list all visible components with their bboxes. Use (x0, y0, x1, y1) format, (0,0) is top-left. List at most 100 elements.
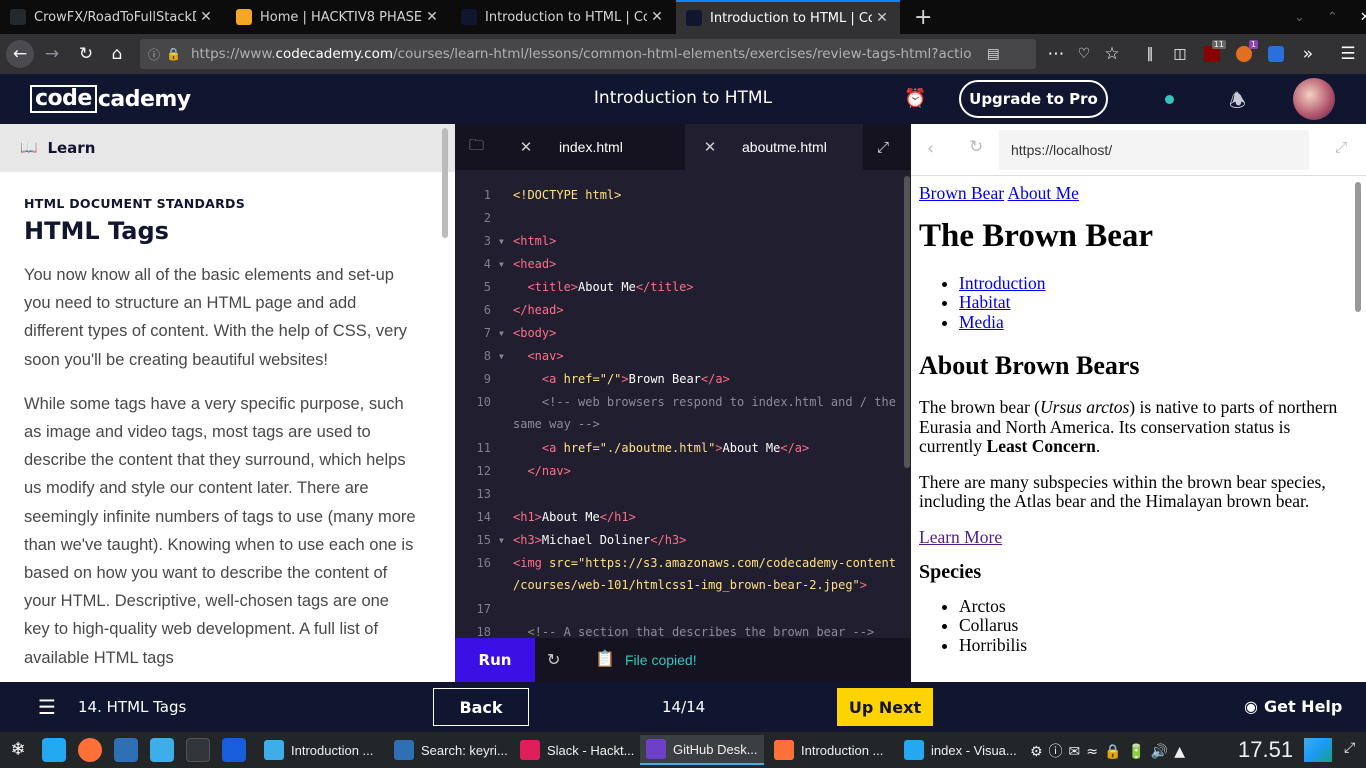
code-line[interactable]: 12 </nav> (455, 460, 911, 483)
pin-icon[interactable]: ⤢ (1344, 740, 1355, 756)
code-line[interactable]: 4 ▼ <head> (455, 253, 911, 276)
notification-bell-icon[interactable]: 🕭 (1229, 87, 1246, 119)
code-line[interactable]: 9 <a href="/">Brown Bear</a> (455, 368, 911, 391)
browser-tab[interactable]: Introduction to HTML | Co ✕ (676, 0, 900, 34)
expand-icon[interactable]: ⤢ (877, 124, 889, 170)
extension-icon[interactable] (1262, 40, 1290, 68)
overflow-menu-icon[interactable]: » (1294, 40, 1322, 68)
tray-icons[interactable]: ⚙ⓘ✉≈🔒🔋🔊▲ (1030, 741, 1191, 761)
store-icon[interactable] (114, 738, 138, 762)
taskbar-app[interactable]: index - Visua... (898, 735, 1024, 765)
up-next-button[interactable]: Up Next (837, 688, 933, 726)
window-controls[interactable]: ⌄⌃✕ (1284, 0, 1366, 34)
info-icon[interactable]: ⓘ (148, 46, 160, 63)
firefox-icon[interactable] (78, 738, 102, 762)
code-line[interactable]: 14 <h1>About Me</h1> (455, 506, 911, 529)
code-line[interactable]: 11 <a href="./aboutme.html">About Me</a> (455, 437, 911, 460)
learn-scrollbar[interactable] (442, 128, 448, 238)
upgrade-to-pro-button[interactable]: Upgrade to Pro (959, 80, 1108, 118)
page-actions-icon[interactable]: ⋯ (1042, 40, 1070, 68)
preview-url[interactable]: https://localhost/ (999, 130, 1309, 170)
code-line[interactable]: 15 ▼ <h3>Michael Doliner</h3> (455, 529, 911, 552)
toc-link[interactable]: Introduction (959, 273, 1046, 293)
code-line[interactable]: 3 ▼ <html> (455, 230, 911, 253)
close-tab-icon[interactable]: ✕ (647, 9, 667, 25)
clock[interactable]: 17.51 (1238, 737, 1293, 763)
forward-icon[interactable]: → (38, 40, 66, 68)
close-icon[interactable]: ✕ (503, 138, 549, 156)
browser-tab[interactable]: Home | HACKTIV8 PHASE 0 ✕ (226, 0, 450, 34)
code-line[interactable]: 10 <!-- web browsers respond to index.ht… (455, 391, 911, 414)
back-icon[interactable]: ← (6, 40, 34, 68)
code-line[interactable]: 1 <!DOCTYPE html> (455, 184, 911, 207)
url-bar[interactable]: ⓘ 🔒 https://www.codecademy.com/courses/l… (140, 39, 1036, 69)
taskbar-app[interactable]: Search: keyri... (388, 735, 510, 765)
home-icon[interactable]: ⌂ (103, 40, 131, 68)
code-line[interactable]: 16 <img src="https://s3.amazonaws.com/cod… (455, 552, 911, 575)
fold-arrow-icon[interactable]: ▼ (499, 345, 504, 368)
library-icon[interactable]: ‖ (1136, 40, 1164, 68)
code-line[interactable]: same way --> (455, 413, 911, 436)
minimize-icon[interactable]: ⌄ (1294, 10, 1327, 25)
close-tab-icon[interactable]: ✕ (872, 10, 892, 26)
editor-scrollbar[interactable] (904, 176, 910, 468)
fold-arrow-icon[interactable]: ▼ (499, 253, 504, 276)
run-button[interactable]: Run (455, 638, 535, 682)
codecademy-logo[interactable]: code cademy (30, 85, 191, 113)
code-line[interactable]: 17 (455, 598, 911, 621)
show-desktop-icon[interactable] (1304, 738, 1332, 762)
get-help-button[interactable]: ◉ Get Help (1244, 697, 1342, 716)
code-area[interactable]: 1 <!DOCTYPE html> 2 3 ▼ <html> 4 ▼ <head> 5 <titl… (455, 170, 911, 638)
learn-more-link[interactable]: Learn More (919, 527, 1002, 547)
fold-arrow-icon[interactable]: ▼ (499, 529, 504, 552)
extension-ublock-icon[interactable]: 11 (1198, 40, 1226, 68)
files-icon[interactable] (150, 738, 174, 762)
extension-fox-icon[interactable]: 1 (1230, 40, 1258, 68)
preview-scrollbar[interactable] (1355, 182, 1361, 312)
browser-tab[interactable]: Introduction to HTML | Co ✕ (451, 0, 675, 34)
taskbar-app[interactable]: GitHub Desk... (640, 735, 764, 765)
maximize-icon[interactable]: ⌃ (1327, 10, 1360, 25)
terminal-icon[interactable] (186, 738, 210, 762)
preview-reload-icon[interactable]: ↻ (969, 137, 983, 157)
code-line[interactable]: 13 (455, 483, 911, 506)
kde-launcher-icon[interactable]: ❄ (6, 738, 30, 762)
fold-arrow-icon[interactable]: ▼ (499, 322, 504, 345)
lesson-name[interactable]: 14. HTML Tags (78, 698, 186, 716)
close-window-icon[interactable]: ✕ (1360, 10, 1366, 25)
menu-icon[interactable]: ☰ (38, 695, 56, 719)
file-tree-icon[interactable]: 🗀 (469, 124, 484, 170)
code-line[interactable]: 2 (455, 207, 911, 230)
fold-arrow-icon[interactable]: ▼ (499, 230, 504, 253)
code-line[interactable]: 18 <!-- A section that describes the bro… (455, 621, 911, 638)
reset-icon[interactable]: ↻ (547, 650, 560, 669)
vscode-icon[interactable] (42, 738, 66, 762)
nav-link-about-me[interactable]: About Me (1007, 183, 1078, 203)
learn-tab[interactable]: 📖 Learn (0, 124, 455, 172)
bookmark-star-icon[interactable]: ☆ (1098, 40, 1126, 68)
code-line[interactable]: 5 <title>About Me</title> (455, 276, 911, 299)
nav-link-brown-bear[interactable]: Brown Bear (919, 183, 1004, 203)
tab-index-html[interactable]: ✕ index.html (503, 124, 681, 170)
toc-link[interactable]: Habitat (959, 292, 1011, 312)
avatar[interactable] (1293, 78, 1335, 120)
preview-fullscreen-icon[interactable]: ⤢ (1335, 138, 1347, 156)
code-line[interactable]: /courses/web-101/htmlcss1-img_brown-bear… (455, 574, 911, 597)
preview-back-icon[interactable]: ‹ (927, 138, 934, 159)
back-button[interactable]: Back (433, 688, 529, 726)
toc-link[interactable]: Media (959, 312, 1004, 332)
hamburger-menu-icon[interactable]: ☰ (1334, 40, 1362, 68)
code-line[interactable]: 8 ▼ <nav> (455, 345, 911, 368)
close-tab-icon[interactable]: ✕ (422, 9, 442, 25)
bitwarden-icon[interactable] (222, 738, 246, 762)
sidebar-icon[interactable]: ◫ (1166, 40, 1194, 68)
reload-icon[interactable]: ↻ (72, 40, 100, 68)
code-line[interactable]: 6 </head> (455, 299, 911, 322)
tab-aboutme-html[interactable]: ✕ aboutme.html (685, 124, 863, 170)
taskbar-app[interactable]: Introduction ... (258, 735, 384, 765)
pocket-icon[interactable]: ♡ (1070, 40, 1098, 68)
alarm-clock-icon[interactable]: ⏰ (904, 88, 926, 109)
reader-view-icon[interactable]: ▤ (987, 46, 1000, 62)
taskbar-app[interactable]: Introduction ... (768, 735, 894, 765)
code-line[interactable]: 7 ▼ <body> (455, 322, 911, 345)
